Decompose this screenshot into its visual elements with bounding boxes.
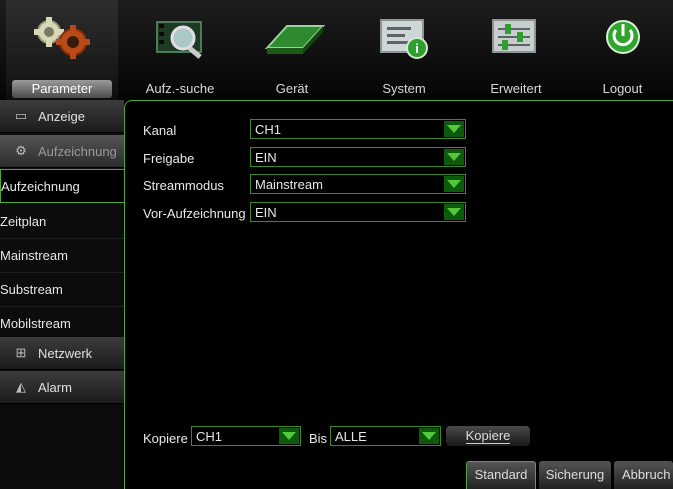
- sidebar-item-label: Zeitplan: [0, 213, 47, 229]
- streammodus-label: Streammodus: [143, 178, 224, 193]
- sidebar-category-aufzeichnung[interactable]: ⚙ Aufzeichnung: [0, 135, 124, 168]
- copy-from-value: CH1: [196, 429, 223, 444]
- film-search-icon: [145, 12, 215, 67]
- tab-label: Parameter: [12, 80, 112, 98]
- copy-from-select[interactable]: CH1: [191, 426, 301, 446]
- sidebar-item-label: Aufzeichnung: [1, 178, 80, 194]
- abbruch-button[interactable]: Abbruch: [614, 461, 673, 489]
- tab-parameter[interactable]: Parameter: [6, 0, 118, 100]
- standard-button-label: Standard: [474, 467, 528, 482]
- tab-label: Logout: [602, 81, 643, 96]
- sidebar-category-alarm[interactable]: ◭ Alarm: [0, 371, 124, 404]
- sidebar-item-aufzeichnung[interactable]: Aufzeichnung: [0, 169, 124, 203]
- vor-aufzeichnung-value: EIN: [255, 205, 277, 220]
- monitor-icon: ▭: [14, 108, 28, 123]
- vor-aufzeichnung-select[interactable]: EIN: [250, 202, 466, 222]
- freigabe-label: Freigabe: [143, 151, 195, 166]
- system-info-icon: i: [369, 12, 439, 67]
- tab-label: Erweitert: [490, 81, 542, 96]
- top-menu-bar: Parameter Aufz.-suche Gerät i System Erw…: [0, 0, 673, 100]
- copy-to-value: ALLE: [335, 429, 367, 444]
- bis-label: Bis: [309, 431, 328, 446]
- dvr-settings-screen: Parameter Aufz.-suche Gerät i System Erw…: [0, 0, 673, 489]
- sidebar-category-label: Netzwerk: [38, 345, 93, 361]
- sidebar-category-label: Alarm: [38, 379, 72, 395]
- sidebar-category-label: Anzeige: [38, 108, 85, 124]
- chevron-down-icon: [444, 204, 464, 220]
- sidebar-item-substream[interactable]: Substream: [0, 272, 124, 307]
- sidebar-item-label: Substream: [0, 281, 63, 297]
- chevron-down-icon: [444, 176, 464, 192]
- sidebar-category-netzwerk[interactable]: ⊞ Netzwerk: [0, 337, 124, 370]
- kopiere-button[interactable]: Kopiere: [446, 426, 530, 446]
- sicherung-button-label: Sicherung: [545, 467, 605, 482]
- sidebar: ▭ Anzeige ⚙ Aufzeichnung Aufzeichnung Ze…: [0, 100, 124, 489]
- copy-to-select[interactable]: ALLE: [330, 426, 441, 446]
- chevron-down-icon: [419, 428, 439, 444]
- tab-geraet[interactable]: Gerät: [236, 0, 348, 100]
- tab-erweitert[interactable]: Erweitert: [460, 0, 572, 100]
- abbruch-button-label: Abbruch: [622, 467, 671, 482]
- kopiere-button-label: Kopiere: [465, 428, 511, 444]
- network-icon: ⊞: [15, 345, 27, 360]
- kopiere-label: Kopiere: [143, 431, 188, 446]
- chevron-down-icon: [279, 428, 299, 444]
- streammodus-value: Mainstream: [255, 177, 323, 192]
- sidebar-item-label: Mainstream: [0, 247, 68, 263]
- svg-text:i: i: [415, 41, 419, 56]
- tab-label: System: [382, 81, 426, 96]
- freigabe-value: EIN: [255, 150, 277, 165]
- power-icon: [588, 12, 658, 67]
- sliders-icon: [481, 12, 551, 67]
- tab-system[interactable]: i System: [348, 0, 460, 100]
- standard-button[interactable]: Standard: [466, 461, 536, 489]
- vor-aufzeichnung-label: Vor-Aufzeichnung: [143, 206, 246, 221]
- hard-drive-icon: [257, 12, 327, 67]
- streammodus-select[interactable]: Mainstream: [250, 174, 466, 194]
- kanal-value: CH1: [255, 122, 282, 137]
- tab-aufz-suche[interactable]: Aufz.-suche: [124, 0, 236, 100]
- sidebar-item-zeitplan[interactable]: Zeitplan: [0, 204, 124, 239]
- kanal-label: Kanal: [143, 123, 177, 138]
- sidebar-item-mainstream[interactable]: Mainstream: [0, 238, 124, 273]
- sidebar-category-anzeige[interactable]: ▭ Anzeige: [0, 100, 124, 133]
- kanal-select[interactable]: CH1: [250, 119, 466, 139]
- alarm-icon: ◭: [16, 379, 26, 394]
- sicherung-button[interactable]: Sicherung: [539, 461, 611, 489]
- freigabe-select[interactable]: EIN: [250, 147, 466, 167]
- tab-logout[interactable]: Logout: [572, 0, 673, 100]
- chevron-down-icon: [444, 121, 464, 137]
- tab-label: Aufz.-suche: [145, 81, 215, 96]
- chevron-down-icon: [444, 149, 464, 165]
- sidebar-item-mobilstream[interactable]: Mobilstream: [0, 306, 124, 341]
- tab-label: Gerät: [275, 81, 309, 96]
- sidebar-item-label: Mobilstream: [0, 315, 71, 331]
- record-icon: ⚙: [15, 143, 27, 158]
- gears-icon: [27, 12, 97, 67]
- sidebar-category-label: Aufzeichnung: [38, 143, 117, 159]
